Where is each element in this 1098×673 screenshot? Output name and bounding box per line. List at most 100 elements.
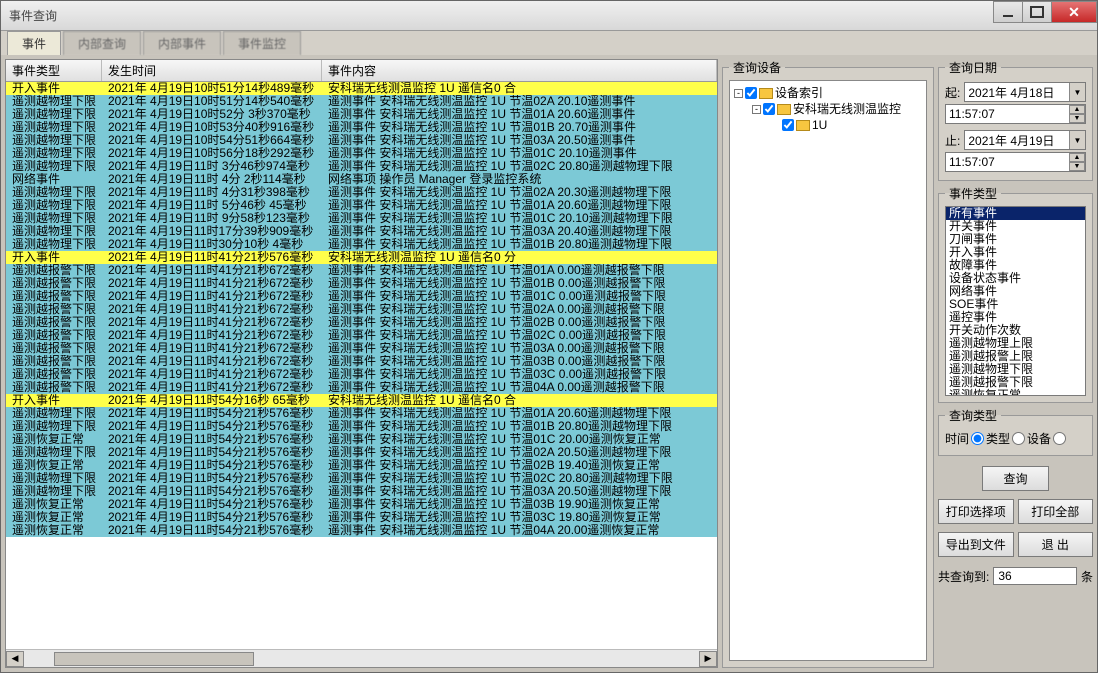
table-row[interactable]: 开入事件2021年 4月19日11时54分16秒 65毫秒安科瑞无线测温监控 1… [6, 394, 717, 407]
cell-type: 遥测恢复正常 [6, 459, 102, 472]
device-tree[interactable]: - 设备索引 - 安科瑞无线测温监控 1U [729, 80, 927, 661]
exit-button[interactable]: 退 出 [1018, 532, 1094, 557]
end-time-spinner[interactable]: 11:57:07 ▲▼ [945, 152, 1086, 172]
collapse-icon[interactable]: - [734, 89, 743, 98]
cell-type: 遥测越物理下限 [6, 485, 102, 498]
cell-type: 遥测恢复正常 [6, 511, 102, 524]
table-row[interactable]: 遥测越物理下限2021年 4月19日10时56分18秒292毫秒遥测事件 安科瑞… [6, 147, 717, 160]
child-check[interactable] [763, 103, 775, 115]
tab-0[interactable]: 事件 [7, 31, 61, 55]
scroll-left-icon[interactable]: ◀ [6, 651, 24, 667]
tree-leaf[interactable]: 1U [812, 117, 827, 133]
tree-child[interactable]: 安科瑞无线测温监控 [793, 101, 901, 117]
chevron-down-icon[interactable]: ▼ [1069, 131, 1085, 149]
start-time-spinner[interactable]: 11:57:07 ▲▼ [945, 104, 1086, 124]
radio-type[interactable]: 类型 [986, 430, 1025, 447]
cell-time: 2021年 4月19日11时41分21秒672毫秒 [102, 355, 322, 368]
col-time[interactable]: 发生时间 [102, 60, 322, 81]
print-selection-button[interactable]: 打印选择项 [938, 499, 1014, 524]
cell-type: 遥测越报警下限 [6, 329, 102, 342]
up-icon[interactable]: ▲ [1069, 105, 1085, 114]
horizontal-scrollbar[interactable]: ◀ ▶ [6, 649, 717, 667]
count-value: 36 [993, 567, 1077, 585]
cell-time: 2021年 4月19日11时54分21秒576毫秒 [102, 485, 322, 498]
close-button[interactable]: ✕ [1051, 1, 1097, 23]
list-item[interactable]: 遥测恢复正常 [946, 389, 1085, 396]
cell-type: 遥测越物理下限 [6, 147, 102, 160]
col-content[interactable]: 事件内容 [322, 60, 717, 81]
start-date-picker[interactable]: 2021年 4月18日 ▼ [964, 82, 1086, 102]
cell-content: 遥测事件 安科瑞无线测温监控 1U 节温01B 0.00遥测越报警下限 [322, 277, 717, 290]
table-row[interactable]: 遥测越报警下限2021年 4月19日11时41分21秒672毫秒遥测事件 安科瑞… [6, 303, 717, 316]
table-row[interactable]: 遥测越报警下限2021年 4月19日11时41分21秒672毫秒遥测事件 安科瑞… [6, 381, 717, 394]
end-date-picker[interactable]: 2021年 4月19日 ▼ [964, 130, 1086, 150]
tab-1[interactable]: 内部查询 [63, 31, 141, 55]
cell-time: 2021年 4月19日11时 3分46秒974毫秒 [102, 160, 322, 173]
cell-time: 2021年 4月19日11时41分21秒576毫秒 [102, 251, 322, 264]
table-row[interactable]: 遥测越物理下限2021年 4月19日11时54分21秒576毫秒遥测事件 安科瑞… [6, 472, 717, 485]
cell-time: 2021年 4月19日11时41分21秒672毫秒 [102, 329, 322, 342]
table-row[interactable]: 遥测越报警下限2021年 4月19日11时41分21秒672毫秒遥测事件 安科瑞… [6, 277, 717, 290]
cell-time: 2021年 4月19日11时54分21秒576毫秒 [102, 459, 322, 472]
cell-type: 遥测越报警下限 [6, 368, 102, 381]
radio-device[interactable]: 设备 [1027, 430, 1066, 447]
table-row[interactable]: 遥测越物理下限2021年 4月19日11时54分21秒576毫秒遥测事件 安科瑞… [6, 420, 717, 433]
table-row[interactable]: 遥测越物理下限2021年 4月19日11时30分10秒 4毫秒遥测事件 安科瑞无… [6, 238, 717, 251]
tab-2[interactable]: 内部事件 [143, 31, 221, 55]
table-row[interactable]: 遥测越报警下限2021年 4月19日11时41分21秒672毫秒遥测事件 安科瑞… [6, 355, 717, 368]
table-row[interactable]: 开入事件2021年 4月19日10时51分14秒489毫秒安科瑞无线测温监控 1… [6, 82, 717, 95]
table-row[interactable]: 遥测越物理下限2021年 4月19日11时 4分31秒398毫秒遥测事件 安科瑞… [6, 186, 717, 199]
cell-time: 2021年 4月19日11时41分21秒672毫秒 [102, 264, 322, 277]
table-row[interactable]: 遥测越物理下限2021年 4月19日10时53分40秒916毫秒遥测事件 安科瑞… [6, 121, 717, 134]
table-row[interactable]: 遥测越物理下限2021年 4月19日10时52分 3秒370毫秒遥测事件 安科瑞… [6, 108, 717, 121]
col-type[interactable]: 事件类型 [6, 60, 102, 81]
chevron-down-icon[interactable]: ▼ [1069, 83, 1085, 101]
table-row[interactable]: 遥测恢复正常2021年 4月19日11时54分21秒576毫秒遥测事件 安科瑞无… [6, 433, 717, 446]
down-icon[interactable]: ▼ [1069, 114, 1085, 123]
table-row[interactable]: 遥测越物理下限2021年 4月19日11时54分21秒576毫秒遥测事件 安科瑞… [6, 446, 717, 459]
table-row[interactable]: 遥测恢复正常2021年 4月19日11时54分21秒576毫秒遥测事件 安科瑞无… [6, 511, 717, 524]
table-row[interactable]: 遥测越物理下限2021年 4月19日10时51分14秒540毫秒遥测事件 安科瑞… [6, 95, 717, 108]
scroll-thumb[interactable] [54, 652, 254, 666]
table-row[interactable]: 网络事件2021年 4月19日11时 4分 2秒114毫秒网络事项 操作员 Ma… [6, 173, 717, 186]
table-row[interactable]: 遥测越物理下限2021年 4月19日11时17分39秒909毫秒遥测事件 安科瑞… [6, 225, 717, 238]
cell-time: 2021年 4月19日11时41分21秒672毫秒 [102, 368, 322, 381]
table-row[interactable]: 遥测越物理下限2021年 4月19日11时54分21秒576毫秒遥测事件 安科瑞… [6, 407, 717, 420]
table-row[interactable]: 遥测越报警下限2021年 4月19日11时41分21秒672毫秒遥测事件 安科瑞… [6, 329, 717, 342]
event-type-listbox[interactable]: 所有事件开关事件刀闸事件开入事件故障事件设备状态事件网络事件SOE事件遥控事件开… [945, 206, 1086, 396]
print-all-button[interactable]: 打印全部 [1018, 499, 1094, 524]
table-row[interactable]: 遥测越报警下限2021年 4月19日11时41分21秒672毫秒遥测事件 安科瑞… [6, 342, 717, 355]
minimize-button[interactable] [993, 1, 1023, 23]
cell-time: 2021年 4月19日11时54分21秒576毫秒 [102, 407, 322, 420]
export-button[interactable]: 导出到文件 [938, 532, 1014, 557]
table-row[interactable]: 遥测越报警下限2021年 4月19日11时41分21秒672毫秒遥测事件 安科瑞… [6, 316, 717, 329]
table-row[interactable]: 遥测恢复正常2021年 4月19日11时54分21秒576毫秒遥测事件 安科瑞无… [6, 459, 717, 472]
table-row[interactable]: 遥测越报警下限2021年 4月19日11时41分21秒672毫秒遥测事件 安科瑞… [6, 290, 717, 303]
scroll-right-icon[interactable]: ▶ [699, 651, 717, 667]
maximize-button[interactable] [1022, 1, 1052, 23]
table-row[interactable]: 遥测越物理下限2021年 4月19日10时54分51秒664毫秒遥测事件 安科瑞… [6, 134, 717, 147]
table-row[interactable]: 遥测越物理下限2021年 4月19日11时 9分58秒123毫秒遥测事件 安科瑞… [6, 212, 717, 225]
leaf-check[interactable] [782, 119, 794, 131]
table-row[interactable]: 遥测越报警下限2021年 4月19日11时41分21秒672毫秒遥测事件 安科瑞… [6, 264, 717, 277]
cell-time: 2021年 4月19日11时 9分58秒123毫秒 [102, 212, 322, 225]
root-check[interactable] [745, 87, 757, 99]
table-row[interactable]: 遥测越物理下限2021年 4月19日11时 3分46秒974毫秒遥测事件 安科瑞… [6, 160, 717, 173]
table-row[interactable]: 遥测恢复正常2021年 4月19日11时54分21秒576毫秒遥测事件 安科瑞无… [6, 524, 717, 537]
collapse-icon[interactable]: - [752, 105, 761, 114]
cell-type: 遥测越报警下限 [6, 264, 102, 277]
table-row[interactable]: 开入事件2021年 4月19日11时41分21秒576毫秒安科瑞无线测温监控 1… [6, 251, 717, 264]
tree-root[interactable]: 设备索引 [775, 85, 823, 101]
table-row[interactable]: 遥测越报警下限2021年 4月19日11时41分21秒672毫秒遥测事件 安科瑞… [6, 368, 717, 381]
cell-content: 遥测事件 安科瑞无线测温监控 1U 节温01B 20.80遥测越物理下限 [322, 420, 717, 433]
query-type-panel: 查询类型 时间 类型 设备 [938, 407, 1093, 456]
event-table: 事件类型 发生时间 事件内容 开入事件2021年 4月19日10时51分14秒4… [5, 59, 718, 668]
up-icon[interactable]: ▲ [1069, 153, 1085, 162]
tab-3[interactable]: 事件监控 [223, 31, 301, 55]
down-icon[interactable]: ▼ [1069, 162, 1085, 171]
table-row[interactable]: 遥测越物理下限2021年 4月19日11时54分21秒576毫秒遥测事件 安科瑞… [6, 485, 717, 498]
table-row[interactable]: 遥测恢复正常2021年 4月19日11时54分21秒576毫秒遥测事件 安科瑞无… [6, 498, 717, 511]
table-row[interactable]: 遥测越物理下限2021年 4月19日11时 5分46秒 45毫秒遥测事件 安科瑞… [6, 199, 717, 212]
radio-time[interactable]: 时间 [945, 430, 984, 447]
query-button[interactable]: 查询 [982, 466, 1048, 491]
